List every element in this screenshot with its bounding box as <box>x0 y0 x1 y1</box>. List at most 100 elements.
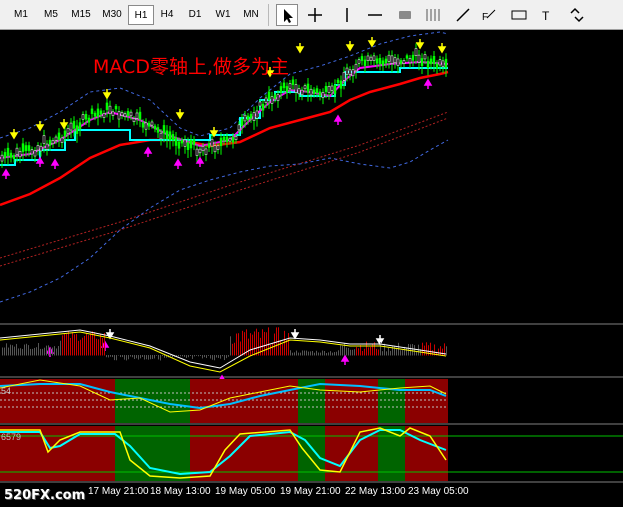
candle-body <box>75 125 79 134</box>
candle-body <box>366 55 370 61</box>
candle-body <box>435 63 439 69</box>
macd-histogram-bar <box>440 346 441 356</box>
arrows-tool-button[interactable] <box>566 4 588 26</box>
candle-body <box>6 147 10 157</box>
macd-histogram-bar <box>142 355 143 357</box>
timeframe-h4-button[interactable]: H4 <box>154 5 180 25</box>
candle-body <box>291 79 295 85</box>
candle-body <box>165 130 169 139</box>
macd-histogram-bar <box>4 347 5 356</box>
macd-histogram-bar <box>190 355 191 357</box>
macd-histogram-bar <box>428 345 429 356</box>
candle-body <box>405 55 409 59</box>
candle-body <box>369 56 373 61</box>
macd-histogram-bar <box>234 342 235 356</box>
candle-body <box>201 145 205 152</box>
indicator-pane-2[interactable] <box>0 379 448 423</box>
macd-histogram-bar <box>346 347 347 356</box>
fibonacci-tool-button[interactable]: F <box>478 4 500 26</box>
macd-histogram-bar <box>288 333 289 356</box>
chart-area[interactable]: MACD零轴上,做多为主 <box>0 30 623 507</box>
candle-body <box>234 136 238 141</box>
candle-body <box>78 122 82 130</box>
cursor-tool-button[interactable] <box>276 4 298 26</box>
macd-histogram-bar <box>64 333 65 356</box>
candle-body <box>363 59 367 66</box>
timeframe-mn-button[interactable]: MN <box>238 5 264 25</box>
candle-body <box>48 139 52 146</box>
candle-body <box>303 85 307 90</box>
macd-histogram-bar <box>284 330 285 356</box>
macd-histogram-bar <box>98 339 99 356</box>
macd-histogram-bar <box>158 355 159 360</box>
channel-icon <box>426 9 440 21</box>
timeframe-d1-button[interactable]: D1 <box>182 5 208 25</box>
rectangle-tool-button[interactable] <box>394 4 416 26</box>
timeframe-w1-button[interactable]: W1 <box>210 5 236 25</box>
macd-histogram-bar <box>8 347 9 356</box>
crosshair-tool-button[interactable] <box>304 4 326 26</box>
macd-histogram-bar <box>390 350 391 356</box>
timeframe-h1-button[interactable]: H1 <box>128 5 154 25</box>
label-tool-button[interactable] <box>508 4 530 26</box>
macd-histogram-bar <box>138 355 139 360</box>
macd-histogram-bar <box>170 355 171 357</box>
candle-body <box>147 122 151 127</box>
macd-histogram-bar <box>290 350 291 356</box>
candle-body <box>150 121 154 126</box>
trend-zone <box>298 426 325 481</box>
macd-histogram-bar <box>24 344 25 356</box>
macd-histogram-bar <box>80 339 81 356</box>
macd-histogram-bar <box>254 331 255 356</box>
indicator-2-value: 54 <box>1 386 12 396</box>
macd-histogram-bar <box>42 348 43 356</box>
macd-histogram-bar <box>352 349 353 356</box>
macd-histogram-bar <box>354 349 355 356</box>
candle-body <box>336 79 340 84</box>
candle-body <box>156 127 160 133</box>
trendline-tool-button[interactable] <box>452 4 474 26</box>
candle-body <box>171 134 175 141</box>
macd-histogram-bar <box>150 355 151 360</box>
macd-histogram-bar <box>376 348 377 356</box>
chart-toolbar: M1 M5 M15 M30 H1 H4 D1 W1 MN F T <box>0 0 623 30</box>
macd-histogram-bar <box>66 334 67 356</box>
macd-histogram-bar <box>180 355 181 357</box>
toolbar-separator <box>268 4 269 26</box>
timeframe-m5-button[interactable]: M5 <box>38 5 64 25</box>
horizontal-line-tool-button[interactable] <box>364 4 386 26</box>
macd-histogram-bar <box>318 352 319 356</box>
vertical-line-tool-button[interactable] <box>336 4 358 26</box>
macd-histogram-bar <box>148 355 149 360</box>
macd-histogram-bar <box>282 343 283 356</box>
candle-body <box>192 139 196 145</box>
candle-body <box>273 94 277 99</box>
macd-histogram-bar <box>26 343 27 356</box>
macd-histogram-bar <box>220 355 221 359</box>
timeframe-m30-button[interactable]: M30 <box>98 5 126 25</box>
candle-body <box>396 58 400 66</box>
macd-histogram-bar <box>100 334 101 356</box>
macd-histogram-bar <box>394 345 395 356</box>
candle-body <box>144 122 148 130</box>
timeframe-m1-button[interactable]: M1 <box>8 5 34 25</box>
macd-histogram-bar <box>82 337 83 356</box>
macd-histogram-bar <box>422 342 423 356</box>
indicator-pane-3[interactable] <box>0 426 623 481</box>
candle-body <box>267 91 271 101</box>
candle-body <box>408 58 412 64</box>
candle-body <box>246 115 250 121</box>
macd-histogram-bar <box>226 355 227 359</box>
candle-body <box>237 124 241 131</box>
candle-body <box>69 122 73 131</box>
candle-body <box>105 102 109 110</box>
text-tool-button[interactable]: T <box>536 4 558 26</box>
macd-histogram-bar <box>72 332 73 356</box>
candle-body <box>180 139 184 144</box>
candle-body <box>315 88 319 93</box>
candle-body <box>240 118 244 127</box>
macd-histogram-bar <box>208 355 209 356</box>
macd-pane[interactable] <box>0 327 447 373</box>
timeframe-m15-button[interactable]: M15 <box>68 5 94 25</box>
channel-tool-button[interactable] <box>422 4 444 26</box>
